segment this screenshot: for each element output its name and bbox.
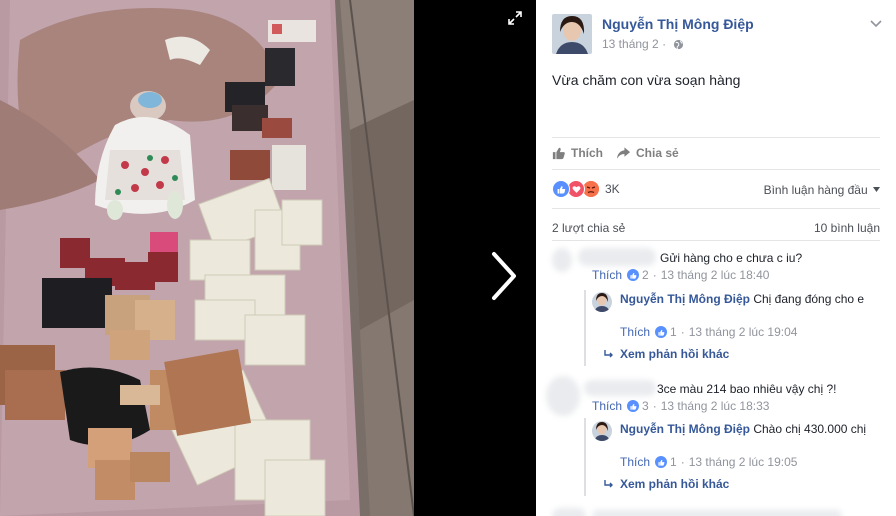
reply-text: Chào chị 430.000 chị <box>753 422 867 436</box>
thumbs-up-icon <box>627 269 640 281</box>
view-more-replies-label: Xem phản hồi khác <box>620 347 730 361</box>
reply-avatar[interactable] <box>592 421 612 441</box>
comment-like-count: 2 <box>642 268 649 282</box>
post-photo <box>0 0 414 516</box>
reply-like-count: 1 <box>670 455 677 469</box>
post-date[interactable]: 13 tháng 2 <box>602 37 659 51</box>
reply-like-count: 1 <box>670 325 677 339</box>
comment-avatar-blurred[interactable] <box>552 248 572 272</box>
author-avatar[interactable] <box>552 14 592 54</box>
divider <box>552 208 880 209</box>
caret-down-icon <box>873 187 880 192</box>
reply-arrow-icon <box>604 479 613 487</box>
comment-time[interactable]: 13 tháng 2 lúc 18:33 <box>661 399 770 413</box>
author-name[interactable]: Nguyễn Thị Mông Điệp <box>602 16 754 32</box>
reaction-count: 3K <box>605 182 620 196</box>
comment-count[interactable]: 10 bình luận <box>814 221 880 235</box>
post-side-panel: Nguyễn Thị Mông Điệp 13 tháng 2 · Vừa ch… <box>536 0 896 516</box>
reply-body: Nguyễn Thị Mông Điệp Chị đang đóng cho e <box>620 291 870 307</box>
share-button[interactable]: Chia sẻ <box>616 146 679 160</box>
comment-text: Gửi hàng cho e chưa c iu? <box>660 251 803 265</box>
comment-time[interactable]: 13 tháng 2 lúc 18:40 <box>661 268 770 282</box>
reply-footer: Thích 1 · 13 tháng 2 lúc 19:05 <box>620 455 798 469</box>
globe-icon <box>674 39 684 50</box>
photo-viewer <box>0 0 536 516</box>
reply-time[interactable]: 13 tháng 2 lúc 19:04 <box>689 325 798 339</box>
comment-footer: Thích 3 · 13 tháng 2 lúc 18:33 <box>592 399 770 413</box>
thumbs-up-icon <box>552 147 565 160</box>
comment-author-blurred <box>578 248 656 266</box>
expand-icon[interactable] <box>507 10 523 26</box>
chevron-right-icon <box>492 252 516 300</box>
reply-like-link[interactable]: Thích <box>620 325 650 339</box>
reply-thread-line <box>584 418 586 496</box>
post-options-chevron-icon[interactable] <box>870 16 882 28</box>
thumbs-up-icon <box>655 456 668 468</box>
comment-like-link[interactable]: Thích <box>592 268 622 282</box>
reply-like-link[interactable]: Thích <box>620 455 650 469</box>
reply-body: Nguyễn Thị Mông Điệp Chào chị 430.000 ch… <box>620 421 870 437</box>
comment-sort-dropdown[interactable]: Bình luận hàng đầu <box>764 183 880 197</box>
reply-author[interactable]: Nguyễn Thị Mông Điệp <box>620 422 750 436</box>
share-count[interactable]: 2 lượt chia sẻ <box>552 221 625 235</box>
like-button[interactable]: Thích <box>552 146 603 160</box>
comment-like-link[interactable]: Thích <box>592 399 622 413</box>
like-label: Thích <box>571 146 603 160</box>
comment-like-count: 3 <box>642 399 649 413</box>
reactions-summary[interactable]: 3K <box>552 180 620 198</box>
thumbs-up-icon <box>655 326 668 338</box>
thumbs-up-icon <box>627 400 640 412</box>
reply-author[interactable]: Nguyễn Thị Mông Điệp <box>620 292 750 306</box>
thumbs-up-icon <box>552 180 570 198</box>
reply-time[interactable]: 13 tháng 2 lúc 19:05 <box>689 455 798 469</box>
comment-avatar-blurred[interactable] <box>546 376 580 416</box>
share-label: Chia sẻ <box>636 146 679 160</box>
reply-footer: Thích 1 · 13 tháng 2 lúc 19:04 <box>620 325 798 339</box>
divider <box>552 169 880 170</box>
next-comment-avatar-blurred[interactable] <box>552 508 586 516</box>
share-arrow-icon <box>616 147 631 159</box>
reply-text: Chị đang đóng cho e <box>753 292 865 306</box>
reply-avatar[interactable] <box>592 292 612 312</box>
reply-arrow-icon <box>604 349 613 357</box>
post-meta: 13 tháng 2 · <box>602 37 684 51</box>
comment-footer: Thích 2 · 13 tháng 2 lúc 18:40 <box>592 268 770 282</box>
comment-author-blurred <box>584 380 656 396</box>
post-caption: Vừa chăm con vừa soạn hàng <box>552 72 741 88</box>
view-more-replies-label: Xem phản hồi khác <box>620 477 730 491</box>
comment-text: 3ce màu 214 bao nhiêu vậy chị ?! <box>657 382 837 396</box>
view-more-replies-link[interactable]: Xem phản hồi khác <box>604 477 729 491</box>
next-comment-blurred <box>592 510 842 516</box>
sort-label: Bình luận hàng đầu <box>763 183 868 197</box>
reply-thread-line <box>584 290 586 366</box>
next-photo-button[interactable] <box>488 250 520 302</box>
divider <box>552 137 880 138</box>
view-more-replies-link[interactable]: Xem phản hồi khác <box>604 347 729 361</box>
divider <box>552 240 880 241</box>
